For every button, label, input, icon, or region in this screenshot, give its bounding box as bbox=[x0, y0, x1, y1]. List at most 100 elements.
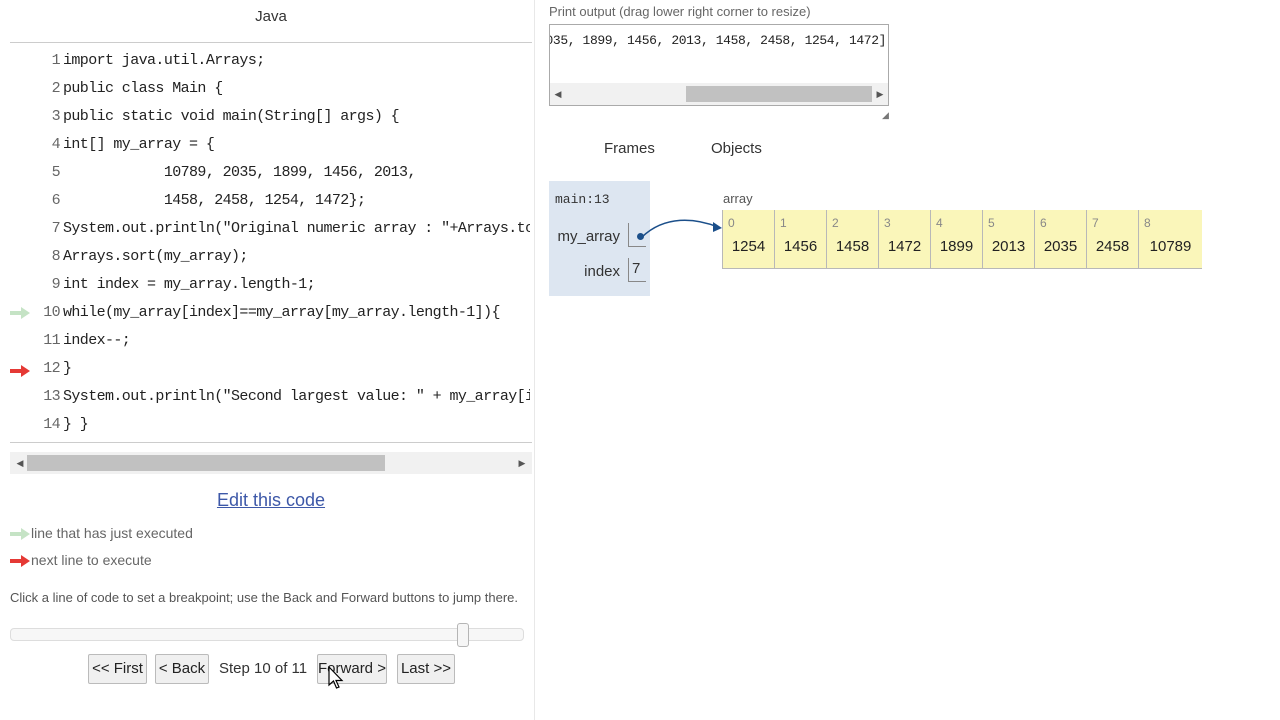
var-name-my-array: my_array bbox=[557, 228, 620, 245]
array-index: 1 bbox=[780, 216, 787, 230]
line-number: 6 bbox=[51, 192, 61, 209]
resize-grip-icon[interactable]: ◢ bbox=[882, 111, 891, 120]
print-output-box[interactable]: , 2035, 1899, 1456, 2013, 1458, 2458, 12… bbox=[549, 24, 889, 106]
code-text: index--; bbox=[63, 332, 131, 349]
step-slider-handle[interactable] bbox=[457, 623, 469, 647]
array-index: 4 bbox=[936, 216, 943, 230]
code-text: while(my_array[index]==my_array[my_array… bbox=[63, 304, 500, 321]
step-counter: Step 10 of 11 bbox=[219, 660, 308, 677]
array-index: 0 bbox=[728, 216, 735, 230]
scroll-right-icon[interactable]: ▶ bbox=[514, 452, 530, 474]
code-line[interactable]: 6 1458, 2458, 1254, 1472}; bbox=[10, 187, 530, 215]
array-cell: 2 1458 bbox=[826, 210, 878, 269]
line-number: 2 bbox=[51, 80, 61, 97]
code-line[interactable]: 5 10789, 2035, 1899, 1456, 2013, bbox=[10, 159, 530, 187]
array-cell: 5 2013 bbox=[982, 210, 1034, 269]
array-cell: 4 1899 bbox=[930, 210, 982, 269]
code-text: public class Main { bbox=[63, 80, 223, 97]
code-line[interactable]: 12} bbox=[10, 355, 530, 383]
code-text: 10789, 2035, 1899, 1456, 2013, bbox=[63, 164, 417, 181]
print-output-text: , 2035, 1899, 1456, 2013, 1458, 2458, 12… bbox=[549, 33, 886, 48]
code-top-divider bbox=[10, 42, 532, 43]
line-number: 3 bbox=[51, 108, 61, 125]
code-text: System.out.println("Original numeric arr… bbox=[63, 220, 530, 237]
code-scroll-thumb[interactable] bbox=[27, 455, 385, 471]
code-line[interactable]: 14} } bbox=[10, 411, 530, 439]
output-horizontal-scrollbar[interactable]: ◀ ▶ bbox=[550, 83, 888, 105]
mouse-pointer-icon bbox=[328, 666, 344, 689]
red-arrow-icon bbox=[10, 555, 30, 567]
first-button[interactable]: << First bbox=[88, 654, 147, 684]
array-value: 1456 bbox=[783, 238, 818, 255]
line-number: 9 bbox=[51, 276, 61, 293]
code-line[interactable]: 9 int index = my_array.length-1; bbox=[10, 271, 530, 299]
code-text: 1458, 2458, 1254, 1472}; bbox=[63, 192, 366, 209]
code-line[interactable]: 11 index--; bbox=[10, 327, 530, 355]
line-number: 8 bbox=[51, 248, 61, 265]
array-index: 8 bbox=[1144, 216, 1151, 230]
legend-just-executed-text: line that has just executed bbox=[31, 525, 193, 541]
breakpoint-hint: Click a line of code to set a breakpoint… bbox=[10, 590, 519, 605]
line-number: 14 bbox=[43, 416, 60, 433]
step-slider[interactable] bbox=[10, 623, 524, 647]
array-value: 2458 bbox=[1095, 238, 1130, 255]
array-cell: 0 1254 bbox=[722, 210, 774, 269]
array-object: 0 1254 1 1456 2 1458 3 1472 4 1899 5 2013 6 2035 7 2458… bbox=[722, 210, 1202, 269]
light-green-arrow-icon bbox=[10, 307, 30, 319]
code-line[interactable]: 7 System.out.println("Original numeric ar… bbox=[10, 215, 530, 243]
array-index: 2 bbox=[832, 216, 839, 230]
code-text: public static void main(String[] args) { bbox=[63, 108, 400, 125]
array-index: 5 bbox=[988, 216, 995, 230]
scroll-right-icon[interactable]: ▶ bbox=[872, 83, 888, 105]
array-value: 1472 bbox=[887, 238, 922, 255]
code-text: import java.util.Arrays; bbox=[63, 52, 265, 69]
code-text: } bbox=[63, 360, 72, 377]
code-line[interactable]: 4 int[] my_array = { bbox=[10, 131, 530, 159]
code-line[interactable]: 1 import java.util.Arrays; bbox=[10, 47, 530, 75]
back-button[interactable]: < Back bbox=[155, 654, 209, 684]
code-line[interactable]: 2 public class Main { bbox=[10, 75, 530, 103]
edit-code-link[interactable]: Edit this code bbox=[10, 490, 532, 511]
array-index: 7 bbox=[1092, 216, 1099, 230]
var-name-index: index bbox=[584, 263, 620, 280]
objects-header: Objects bbox=[711, 140, 762, 157]
var-value-index: 7 bbox=[628, 258, 646, 282]
scroll-left-icon[interactable]: ◀ bbox=[550, 83, 566, 105]
array-cell: 1 1456 bbox=[774, 210, 826, 269]
output-caption: Print output (drag lower right corner to… bbox=[549, 4, 811, 19]
legend-next-line-text: next line to execute bbox=[31, 552, 152, 568]
code-text: int index = my_array.length-1; bbox=[63, 276, 316, 293]
line-number: 5 bbox=[51, 164, 61, 181]
line-number: 10 bbox=[43, 304, 60, 321]
code-text: Arrays.sort(my_array); bbox=[63, 248, 248, 265]
code-line[interactable]: 8 Arrays.sort(my_array); bbox=[10, 243, 530, 271]
scroll-left-icon[interactable]: ◀ bbox=[12, 452, 28, 474]
red-arrow-icon bbox=[10, 365, 30, 377]
array-value: 1458 bbox=[835, 238, 870, 255]
code-text: System.out.println("Second largest value… bbox=[63, 388, 530, 405]
last-button[interactable]: Last >> bbox=[397, 654, 455, 684]
array-cell: 7 2458 bbox=[1086, 210, 1138, 269]
line-number: 11 bbox=[43, 332, 60, 349]
panel-divider bbox=[534, 0, 535, 720]
code-line[interactable]: 13 System.out.println("Second largest val… bbox=[10, 383, 530, 411]
array-value: 1254 bbox=[731, 238, 766, 255]
code-line[interactable]: 10 while(my_array[index]==my_array[my_arr… bbox=[10, 299, 530, 327]
code-horizontal-scrollbar[interactable]: ◀ ▶ bbox=[10, 452, 532, 474]
line-number: 1 bbox=[51, 52, 61, 69]
array-value: 10789 bbox=[1149, 238, 1192, 255]
line-number: 12 bbox=[43, 360, 60, 377]
line-number: 4 bbox=[51, 136, 61, 153]
code-pane[interactable]: 1 import java.util.Arrays; 2 public class M… bbox=[10, 47, 530, 439]
array-cell: 6 2035 bbox=[1034, 210, 1086, 269]
frames-header: Frames bbox=[604, 140, 655, 157]
output-scroll-thumb[interactable] bbox=[686, 86, 872, 102]
language-title: Java bbox=[255, 8, 287, 25]
array-cell: 8 10789 bbox=[1138, 210, 1202, 269]
array-index: 6 bbox=[1040, 216, 1047, 230]
code-text: int[] my_array = { bbox=[63, 136, 215, 153]
array-cell: 3 1472 bbox=[878, 210, 930, 269]
code-bottom-divider bbox=[10, 442, 532, 443]
code-line[interactable]: 3 public static void main(String[] args) … bbox=[10, 103, 530, 131]
frame-title: main:13 bbox=[555, 192, 610, 207]
